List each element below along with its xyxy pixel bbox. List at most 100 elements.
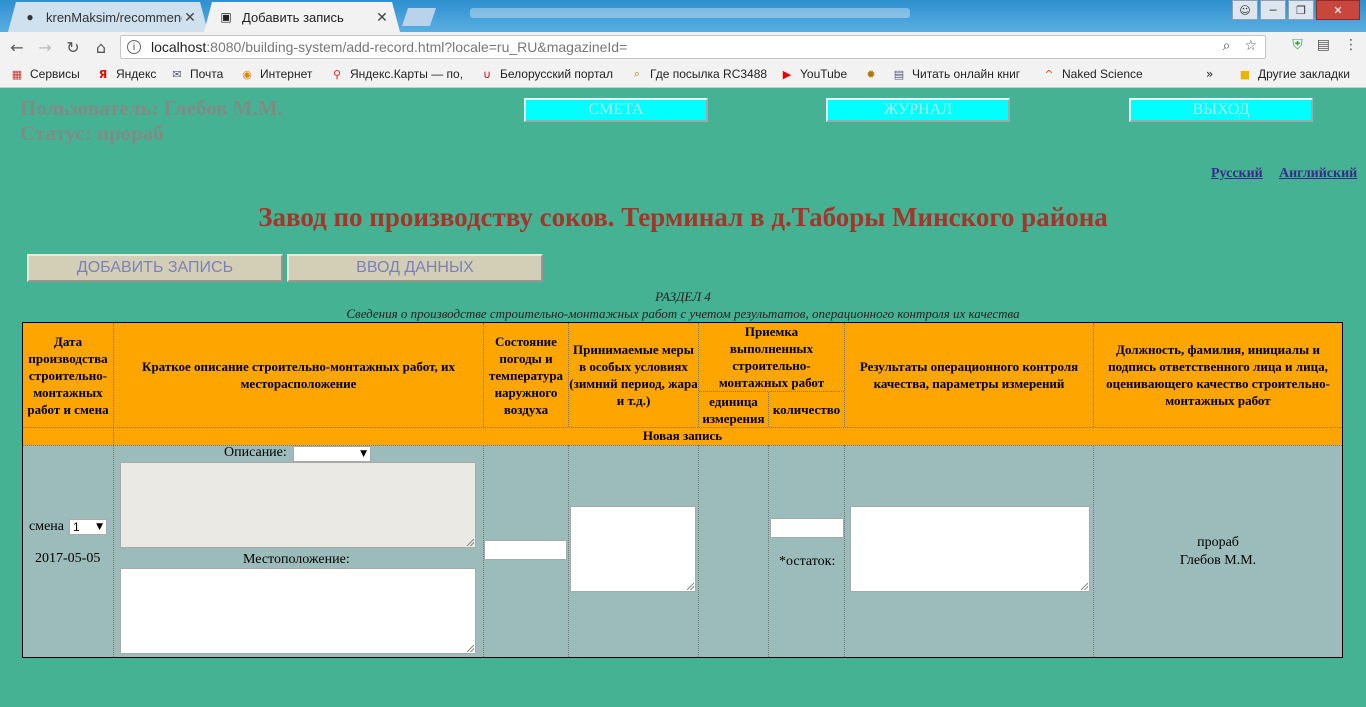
- header-responsible: Должность, фамилия, инициалы и подпись о…: [1094, 323, 1342, 427]
- grid-line: [844, 323, 845, 427]
- grid-line: [483, 323, 484, 427]
- user-status: Статус: прораб: [20, 121, 164, 145]
- section-subtitle: Сведения о производстве строительно-монт…: [346, 306, 1020, 321]
- bookmark-mail[interactable]: ✉ Почта: [170, 67, 223, 81]
- tab-title: krenMaksim/recommend: [46, 9, 182, 25]
- bookmark-label: Сервисы: [30, 67, 80, 81]
- zoom-icon[interactable]: ⌕: [1223, 38, 1231, 54]
- magnet-icon: ∪: [482, 67, 492, 81]
- sun-icon: ✹: [866, 67, 876, 81]
- bookmark-other[interactable]: ■ Другие закладки: [1238, 67, 1350, 81]
- grid-line: [768, 392, 769, 427]
- bookmark-label: Почта: [190, 67, 224, 81]
- minimize-button[interactable]: ─: [1260, 0, 1286, 20]
- bookmark-label: Где посылка RC3488: [650, 67, 768, 81]
- search-icon: ⌕: [633, 67, 641, 80]
- grid-line: [699, 391, 844, 392]
- grid-line: [23, 427, 1342, 428]
- forward-icon[interactable]: →: [34, 36, 56, 58]
- journal-button[interactable]: ЖУРНАЛ: [826, 98, 1010, 122]
- close-icon[interactable]: ✕: [374, 9, 390, 26]
- bookmark-belarus-portal[interactable]: ∪ Белорусский портал: [480, 67, 613, 81]
- section-title: РАЗДЕЛ 4: [655, 289, 711, 304]
- chevron-down-icon: ▼: [96, 522, 103, 532]
- bookmark-naked-science[interactable]: ^ Naked Science: [1042, 67, 1142, 81]
- profile-icon[interactable]: ☺: [1232, 0, 1258, 20]
- description-label: Описание:: [224, 445, 287, 460]
- page-title: Завод по производству соков. Терминал в …: [258, 202, 1108, 232]
- description-textarea[interactable]: [120, 462, 476, 548]
- new-record-row: Новая запись: [23, 427, 1342, 445]
- header-results: Результаты операционного контроля качест…: [845, 323, 1093, 427]
- bookmark-yandex[interactable]: Я Яндекс: [96, 67, 157, 81]
- grid-line: [1093, 323, 1094, 427]
- close-window-button[interactable]: ✕: [1316, 0, 1360, 20]
- url-path: :8080/building-system/add-record.html?lo…: [206, 39, 628, 55]
- grid-line: [768, 445, 769, 657]
- browser-toolbar: ← → ↻ ⌂ i localhost:8080/building-system…: [0, 32, 1366, 62]
- bookmark-internet[interactable]: ◉ Интернет: [240, 67, 312, 81]
- lang-english-link[interactable]: Английский: [1279, 166, 1357, 182]
- reload-icon[interactable]: ↻: [62, 36, 84, 58]
- data-entry-button[interactable]: ВВОД ДАННЫХ: [287, 254, 543, 282]
- tab-add-record[interactable]: ▣ Добавить запись ✕: [204, 2, 400, 32]
- bookmark-services[interactable]: ▦ Сервисы: [10, 67, 80, 81]
- bookmarks-bar: ▦ Сервисы Я Яндекс ✉ Почта ◉ Интернет ⚲ Яндек…: [0, 62, 1366, 88]
- home-icon[interactable]: ⌂: [90, 36, 112, 58]
- header-acceptance: Приемка выполненных строительно-монтажны…: [699, 323, 844, 391]
- globe-icon: ◉: [242, 67, 252, 81]
- chevron-down-icon: ▼: [360, 449, 367, 459]
- lang-russian-link[interactable]: Русский: [1211, 166, 1263, 182]
- results-textarea[interactable]: [850, 506, 1090, 592]
- record-date: 2017-05-05: [35, 551, 101, 566]
- new-tab-button[interactable]: [402, 8, 436, 26]
- logout-button[interactable]: ВЫХОД: [1129, 98, 1313, 122]
- estimate-button[interactable]: СМЕТА: [524, 98, 708, 122]
- bookmark-parcel[interactable]: ⌕ Где посылка RC3488: [630, 67, 767, 81]
- header-measures: Принимаемые меры в особых условиях (зимн…: [569, 323, 698, 427]
- back-icon[interactable]: ←: [6, 36, 28, 58]
- header-unit: единица измерения: [699, 392, 768, 427]
- add-record-button[interactable]: ДОБАВИТЬ ЗАПИСЬ: [27, 254, 283, 282]
- header-date: Дата производства строительно-монтажных …: [23, 323, 113, 427]
- maximize-button[interactable]: ❐: [1288, 0, 1314, 20]
- info-icon[interactable]: i: [127, 40, 141, 54]
- star-icon[interactable]: ☆: [1244, 38, 1257, 54]
- bookmark-youtube[interactable]: ▶ YouTube: [780, 67, 847, 81]
- shift-select[interactable]: 1 ▼: [69, 519, 107, 535]
- window-title-blurred: [470, 8, 910, 18]
- url-host: localhost: [151, 39, 207, 55]
- quantity-input[interactable]: [770, 518, 844, 538]
- bookmark-label: Интернет: [260, 67, 313, 81]
- address-bar[interactable]: i localhost:8080/building-system/add-rec…: [120, 35, 1266, 59]
- shield-icon[interactable]: ⛨: [1292, 37, 1303, 53]
- extension-icon[interactable]: ▤: [1317, 37, 1330, 53]
- shift-label: смена: [29, 519, 64, 534]
- menu-icon[interactable]: ⋮: [1344, 37, 1358, 53]
- header-weather: Состояние погоды и температура наружного…: [484, 323, 568, 427]
- bookmark-yandex-maps[interactable]: ⚲ Яндекс.Карты — по,: [330, 67, 463, 81]
- bookmark-label: Белорусский портал: [500, 67, 613, 81]
- weather-input[interactable]: [484, 540, 567, 560]
- tab-title: Добавить запись: [242, 9, 344, 25]
- bookmark-label: YouTube: [800, 67, 848, 81]
- grid-line: [844, 445, 845, 657]
- grid-line: [698, 323, 699, 427]
- apps-icon: ▦: [11, 67, 23, 81]
- remainder-label: *остаток:: [779, 554, 836, 569]
- tab-github[interactable]: ● krenMaksim/recommend ✕: [8, 2, 208, 32]
- bookmark-books[interactable]: ▤ Читать онлайн книг: [892, 67, 1020, 81]
- header-quantity: количество: [769, 392, 844, 427]
- grid-line: [568, 445, 569, 657]
- close-icon[interactable]: ✕: [182, 9, 198, 26]
- map-pin-icon: ⚲: [332, 67, 342, 81]
- measures-textarea[interactable]: [570, 506, 696, 592]
- user-info: Пользователь: Глебов М.М. Статус: прораб: [20, 96, 283, 146]
- description-select[interactable]: ▼: [293, 446, 371, 462]
- github-icon: ●: [26, 10, 34, 24]
- responsible-position: прораб: [1197, 534, 1239, 550]
- more-bookmarks-icon[interactable]: »: [1206, 67, 1213, 81]
- bookmark-sun[interactable]: ✹: [864, 67, 884, 81]
- location-textarea[interactable]: [120, 568, 476, 654]
- grid-line: [113, 323, 114, 657]
